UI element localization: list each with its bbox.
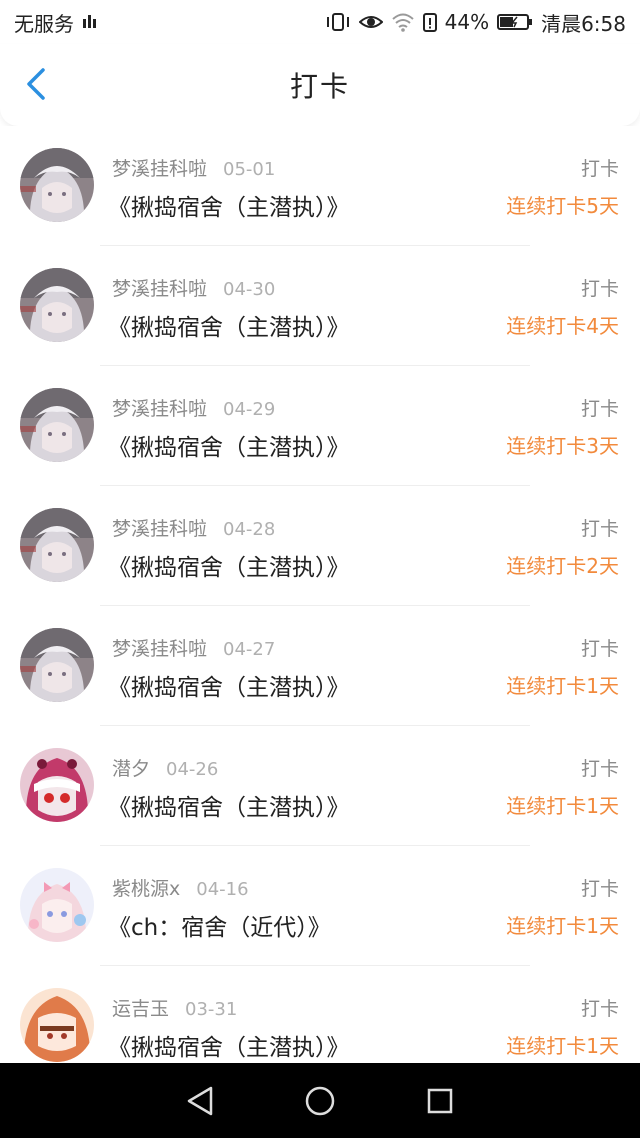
post-date: 04-16: [196, 879, 249, 900]
navigation-bar: [0, 1063, 640, 1138]
user-name: 潜夕 04-26: [112, 754, 218, 781]
avatar[interactable]: [20, 268, 94, 342]
checkin-tag: 打卡: [580, 758, 619, 780]
user-name-text: 梦溪挂科啦: [112, 638, 208, 660]
user-name-text: 梦溪挂科啦: [112, 158, 208, 180]
battery-alert-icon: [422, 12, 437, 32]
status-right: 44% 清晨6:58: [325, 8, 626, 37]
checkin-tag: 打卡: [580, 638, 619, 660]
checkin-tag: 打卡: [580, 278, 619, 300]
checkin-tag: 打卡: [580, 878, 619, 900]
post-date: 04-28: [223, 519, 276, 540]
book-title: 《揪捣宿舍（主潜执）》: [108, 435, 350, 461]
streak-label: 连续打卡4天: [506, 314, 619, 338]
streak-label: 连续打卡1天: [506, 914, 619, 938]
nav-back-button[interactable]: [178, 1079, 222, 1123]
list-item[interactable]: 运吉玉 03-31 《揪捣宿舍（主潜执）》 打卡连续打卡1天: [0, 966, 640, 1063]
post-date: 03-31: [185, 999, 238, 1020]
avatar[interactable]: [20, 148, 94, 222]
user-name: 梦溪挂科啦 04-30: [112, 274, 275, 301]
checkin-list[interactable]: 梦溪挂科啦 05-01 《揪捣宿舍（主潜执）》 打卡 连续打卡5天 梦溪挂科啦 04-30 《…: [0, 126, 640, 1063]
user-name-text: 运吉玉: [112, 998, 170, 1020]
book-title: 《ch：宿舍（近代）》: [108, 915, 331, 941]
square-recents-icon: [427, 1088, 453, 1113]
user-name: 梦溪挂科啦 05-01: [112, 154, 275, 181]
carrier-label: 无服务: [14, 11, 74, 36]
app-header: 打卡: [0, 44, 640, 126]
book-title: 《揪捣宿舍（主潜执）》: [108, 675, 350, 701]
user-name: 梦溪挂科啦 04-28: [112, 514, 275, 541]
checkin-tag: 打卡: [580, 158, 619, 180]
user-name-text: 梦溪挂科啦: [112, 278, 208, 300]
post-date: 04-27: [223, 639, 276, 660]
book-title: 《揪捣宿舍（主潜执）》: [108, 1035, 350, 1061]
post-date: 04-29: [223, 399, 276, 420]
checkin-tag: 打卡: [580, 998, 619, 1020]
post-date: 05-01: [223, 159, 276, 180]
post-date: 04-30: [223, 279, 276, 300]
list-item[interactable]: 梦溪挂科啦 05-01 《揪捣宿舍（主潜执）》 打卡连续打卡5天: [0, 126, 640, 246]
clock: 清晨6:58: [541, 11, 626, 36]
book-title: 《揪捣宿舍（主潜执）》: [108, 555, 350, 581]
avatar[interactable]: [20, 868, 94, 942]
user-name: 梦溪挂科啦 04-29: [112, 394, 275, 421]
avatar[interactable]: [20, 748, 94, 822]
vibrate-icon: [325, 12, 351, 32]
battery-icon: [497, 13, 533, 31]
status-bar: 无服务 44% 清晨6:58: [0, 0, 640, 44]
streak-label: 连续打卡5天: [506, 194, 619, 218]
user-name-text: 潜夕: [112, 758, 151, 780]
eye-icon: [358, 13, 383, 31]
streak-label: 连续打卡1天: [506, 1034, 619, 1058]
nav-home-button[interactable]: [298, 1079, 342, 1123]
avatar[interactable]: [20, 388, 94, 462]
user-name-text: 梦溪挂科啦: [112, 518, 208, 540]
user-name: 运吉玉 03-31: [112, 994, 237, 1021]
user-name-text: 梦溪挂科啦: [112, 398, 208, 420]
avatar[interactable]: [20, 988, 94, 1062]
circle-home-icon: [305, 1086, 335, 1115]
list-item[interactable]: 梦溪挂科啦 04-29 《揪捣宿舍（主潜执）》 打卡连续打卡3天: [0, 366, 640, 486]
book-title: 《揪捣宿舍（主潜执）》: [108, 795, 350, 821]
list-item[interactable]: 梦溪挂科啦 04-30 《揪捣宿舍（主潜执）》 打卡连续打卡4天: [0, 246, 640, 366]
streak-label: 连续打卡1天: [506, 674, 619, 698]
list-item[interactable]: 梦溪挂科啦 04-27 《揪捣宿舍（主潜执）》 打卡连续打卡1天: [0, 606, 640, 726]
list-item[interactable]: 潜夕 04-26 《揪捣宿舍（主潜执）》 打卡连续打卡1天: [0, 726, 640, 846]
user-name-text: 紫桃源x: [112, 878, 181, 900]
streak-label: 连续打卡3天: [506, 434, 619, 458]
battery-percent: 44%: [444, 10, 490, 34]
triangle-back-icon: [187, 1086, 213, 1115]
post-date: 04-26: [166, 759, 219, 780]
user-name: 梦溪挂科啦 04-27: [112, 634, 275, 661]
streak-label: 连续打卡2天: [506, 554, 619, 578]
avatar[interactable]: [20, 628, 94, 702]
page-title: 打卡: [289, 70, 350, 103]
checkin-tag: 打卡: [580, 518, 619, 540]
list-item[interactable]: 梦溪挂科啦 04-28 《揪捣宿舍（主潜执）》 打卡连续打卡2天: [0, 486, 640, 606]
status-left: 无服务: [14, 8, 98, 37]
wifi-icon: [391, 12, 415, 32]
data-icon: [82, 13, 98, 31]
chevron-left-icon: [27, 68, 45, 100]
checkin-tag: 打卡: [580, 398, 619, 420]
back-button[interactable]: [18, 66, 54, 102]
nav-recents-button[interactable]: [418, 1079, 462, 1123]
book-title: 《揪捣宿舍（主潜执）》: [108, 315, 350, 341]
user-name: 紫桃源x 04-16: [112, 874, 249, 901]
streak-label: 连续打卡1天: [506, 794, 619, 818]
list-item[interactable]: 紫桃源x 04-16 《ch：宿舍（近代）》 打卡连续打卡1天: [0, 846, 640, 966]
avatar[interactable]: [20, 508, 94, 582]
book-title: 《揪捣宿舍（主潜执）》: [108, 195, 350, 221]
